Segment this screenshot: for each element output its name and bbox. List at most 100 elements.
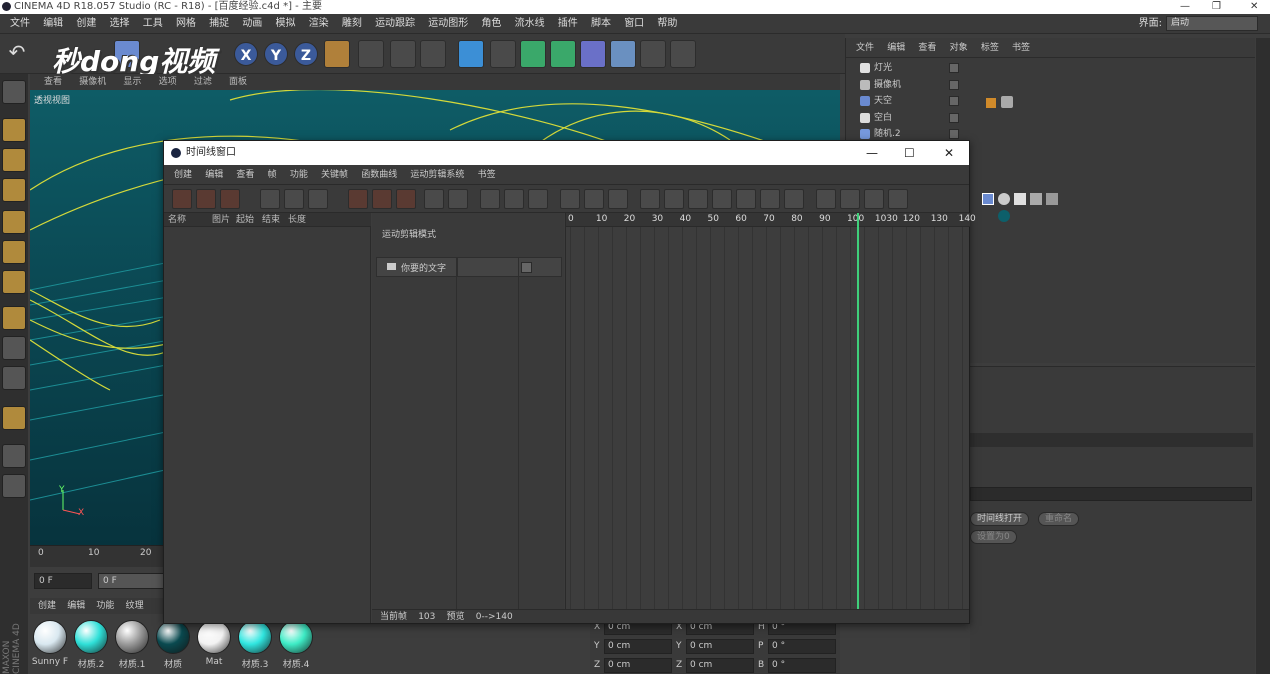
- grid-icon[interactable]: [2, 474, 26, 498]
- add-key-icon[interactable]: [348, 189, 368, 209]
- visibility-toggle[interactable]: [949, 112, 959, 123]
- clamp-icon[interactable]: [840, 189, 860, 209]
- tl-menu-view[interactable]: 查看: [236, 170, 254, 180]
- fcurve-mode-icon[interactable]: [196, 189, 216, 209]
- close-icon[interactable]: ✕: [944, 141, 954, 165]
- coord-field-a[interactable]: 0 cm: [604, 658, 672, 673]
- material-item[interactable]: Sunny F: [30, 618, 70, 670]
- tag-icon-5[interactable]: [1046, 193, 1058, 205]
- timeline-graph[interactable]: 0 10 20 30 40 50 60 70 80 90 100 1030 120 130 140: [565, 213, 976, 609]
- menu-script[interactable]: 脚本: [591, 14, 611, 34]
- vp-menu-panel[interactable]: 面板: [229, 77, 247, 87]
- visibility-toggle[interactable]: [949, 96, 959, 106]
- keyframe-mode-icon[interactable]: [172, 189, 192, 209]
- edges-mode-icon[interactable]: [2, 240, 26, 264]
- menu-motion-tracking[interactable]: 运动跟踪: [375, 14, 415, 34]
- tag-icon-2[interactable]: [998, 193, 1010, 205]
- visibility-toggle[interactable]: [949, 129, 959, 139]
- ease-in-icon[interactable]: [560, 189, 580, 209]
- menu-render[interactable]: 渲染: [309, 14, 329, 34]
- menu-file[interactable]: 文件: [10, 14, 30, 34]
- auto-tangent-icon[interactable]: [888, 189, 908, 209]
- menu-select[interactable]: 选择: [110, 14, 130, 34]
- menu-mesh[interactable]: 网格: [176, 14, 196, 34]
- close-icon[interactable]: ✕: [1250, 0, 1258, 14]
- model-mode-icon[interactable]: [2, 118, 26, 142]
- object-row[interactable]: 摄像机: [846, 77, 1256, 93]
- col-name[interactable]: 名称: [168, 213, 186, 227]
- tl-menu-create[interactable]: 创建: [174, 170, 192, 180]
- goto-current-icon[interactable]: [308, 189, 328, 209]
- tl-menu-edit[interactable]: 编辑: [205, 170, 223, 180]
- mat-menu-edit[interactable]: 编辑: [67, 601, 85, 611]
- magnet-icon[interactable]: [2, 406, 26, 430]
- cube-icon[interactable]: [458, 40, 484, 68]
- playhead[interactable]: [857, 213, 859, 609]
- light-icon[interactable]: [670, 40, 696, 68]
- mat-menu-texture[interactable]: 纹理: [126, 601, 144, 611]
- coord-field-c[interactable]: 0 °: [768, 639, 836, 654]
- lock-workplane-icon[interactable]: [2, 444, 26, 468]
- tl-menu-bookmarks[interactable]: 书签: [478, 170, 496, 180]
- ease-out-icon[interactable]: [584, 189, 604, 209]
- menu-animate[interactable]: 动画: [242, 14, 262, 34]
- tag-icon-3[interactable]: [1014, 193, 1026, 205]
- main-timeline-ruler[interactable]: 0 10 20: [30, 545, 165, 567]
- vp-menu-filter[interactable]: 过滤: [194, 77, 212, 87]
- tweak-mode-icon[interactable]: [2, 336, 26, 360]
- set-to-zero-button[interactable]: 设置为0: [970, 530, 1017, 544]
- menu-create[interactable]: 创建: [76, 14, 96, 34]
- object-row[interactable]: 空白: [846, 110, 1256, 126]
- mat-menu-create[interactable]: 创建: [38, 601, 56, 611]
- coord-field-a[interactable]: 0 cm: [604, 639, 672, 654]
- layout-select[interactable]: 启动: [1166, 16, 1258, 31]
- start-frame-field[interactable]: 0 F: [98, 573, 168, 589]
- menu-edit[interactable]: 编辑: [43, 14, 63, 34]
- tag-icon[interactable]: [986, 98, 996, 108]
- rename-button[interactable]: 重命名: [1038, 512, 1080, 526]
- material-item[interactable]: Mat: [194, 618, 234, 670]
- visibility-toggle[interactable]: [949, 63, 959, 73]
- menu-window[interactable]: 窗口: [624, 14, 644, 34]
- spline-step-icon[interactable]: [528, 189, 548, 209]
- subdivision-icon[interactable]: [520, 40, 546, 68]
- polygons-mode-icon[interactable]: [2, 270, 26, 294]
- points-mode-icon[interactable]: [2, 210, 26, 234]
- mat-menu-function[interactable]: 功能: [96, 601, 114, 611]
- add-keys-icon[interactable]: [372, 189, 392, 209]
- workplane-icon[interactable]: [2, 178, 26, 202]
- minimize-icon[interactable]: —: [1180, 0, 1190, 14]
- coord-field-b[interactable]: 0 cm: [686, 639, 754, 654]
- col-image[interactable]: 图片: [212, 213, 230, 227]
- x-axis-button[interactable]: X: [234, 42, 258, 66]
- track-row[interactable]: 你要的文字: [376, 257, 562, 277]
- tag-icon-4[interactable]: [1030, 193, 1042, 205]
- menu-tools[interactable]: 工具: [143, 14, 163, 34]
- cloner-icon[interactable]: [550, 40, 576, 68]
- object-row[interactable]: 灯光: [846, 60, 1256, 76]
- material-tag-icon[interactable]: [998, 210, 1010, 222]
- timeline-ruler[interactable]: 0 10 20 30 40 50 60 70 80 90 100 1030 120 130 140: [566, 213, 976, 227]
- maximize-icon[interactable]: ☐: [904, 141, 915, 165]
- material-item[interactable]: 材质.4: [276, 618, 316, 670]
- right-tabs-strip[interactable]: [1256, 38, 1270, 674]
- coord-field-c[interactable]: 0 °: [768, 658, 836, 673]
- ease-in-out-icon[interactable]: [608, 189, 628, 209]
- frame-selected-icon[interactable]: [284, 189, 304, 209]
- obj-menu-file[interactable]: 文件: [856, 43, 874, 53]
- obj-menu-view[interactable]: 查看: [918, 43, 936, 53]
- texture-mode-icon[interactable]: [2, 148, 26, 172]
- lock-tangent-icon[interactable]: [816, 189, 836, 209]
- menu-pipeline[interactable]: 流水线: [515, 14, 545, 34]
- tangent-icon-6[interactable]: [760, 189, 780, 209]
- menu-plugins[interactable]: 插件: [558, 14, 578, 34]
- snap-icon[interactable]: [2, 366, 26, 390]
- minimize-icon[interactable]: —: [866, 141, 878, 165]
- zero-angle-icon[interactable]: [424, 189, 444, 209]
- vp-menu-display[interactable]: 显示: [123, 77, 141, 87]
- tl-menu-frame[interactable]: 帧: [268, 170, 277, 180]
- col-length[interactable]: 长度: [288, 213, 306, 227]
- floor-icon[interactable]: [610, 40, 636, 68]
- flat-icon[interactable]: [864, 189, 884, 209]
- tangent-icon-3[interactable]: [688, 189, 708, 209]
